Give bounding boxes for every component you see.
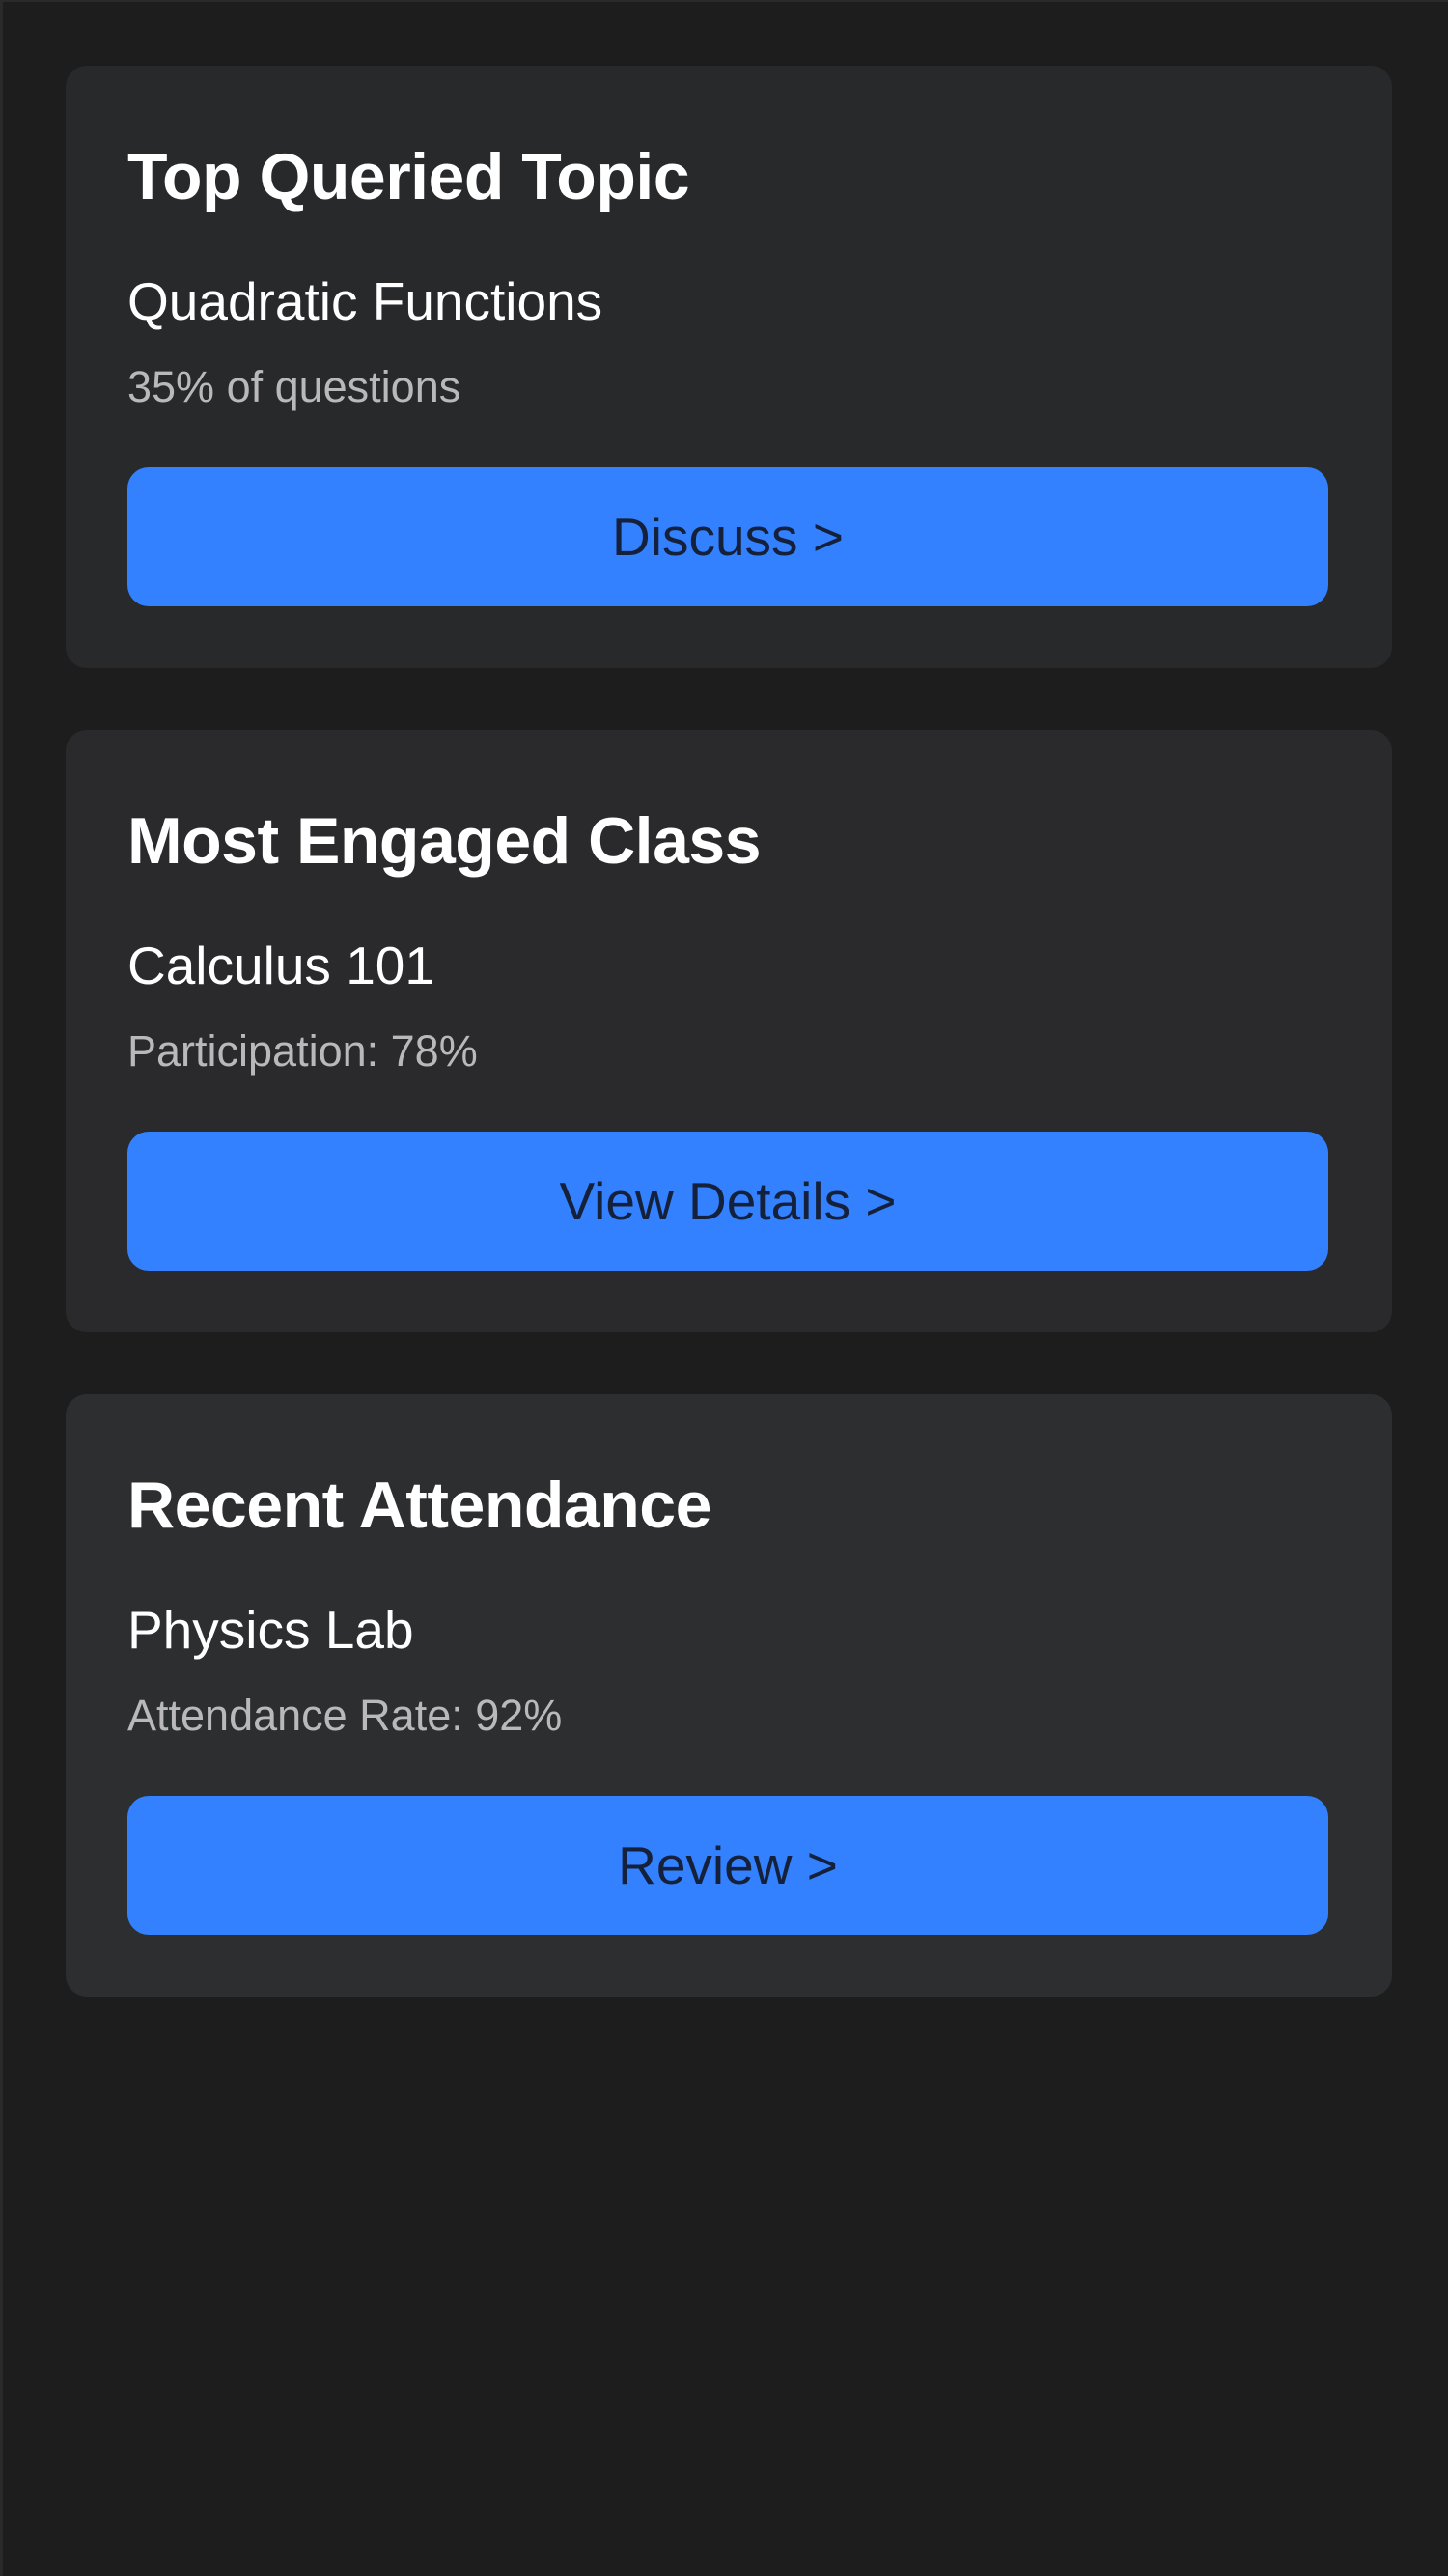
card-title: Recent Attendance <box>127 1469 711 1542</box>
session-name: Physics Lab <box>127 1600 414 1660</box>
dashboard-page: Top Queried Topic Quadratic Functions 35… <box>0 0 1448 2576</box>
class-name: Calculus 101 <box>127 936 434 995</box>
card-title: Top Queried Topic <box>127 140 690 213</box>
review-button[interactable]: Review > <box>127 1796 1328 1935</box>
card-title: Most Engaged Class <box>127 804 762 878</box>
view-details-button[interactable]: View Details > <box>127 1132 1328 1271</box>
participation-stat: Participation: 78% <box>127 1026 478 1076</box>
attendance-stat: Attendance Rate: 92% <box>127 1691 563 1740</box>
topic-stat: 35% of questions <box>127 362 461 411</box>
topic-name: Quadratic Functions <box>127 271 603 331</box>
most-engaged-class-card: Most Engaged Class Calculus 101 Particip… <box>66 730 1392 1332</box>
discuss-button[interactable]: Discuss > <box>127 467 1328 606</box>
recent-attendance-card: Recent Attendance Physics Lab Attendance… <box>66 1394 1392 1997</box>
top-queried-topic-card: Top Queried Topic Quadratic Functions 35… <box>66 66 1392 668</box>
